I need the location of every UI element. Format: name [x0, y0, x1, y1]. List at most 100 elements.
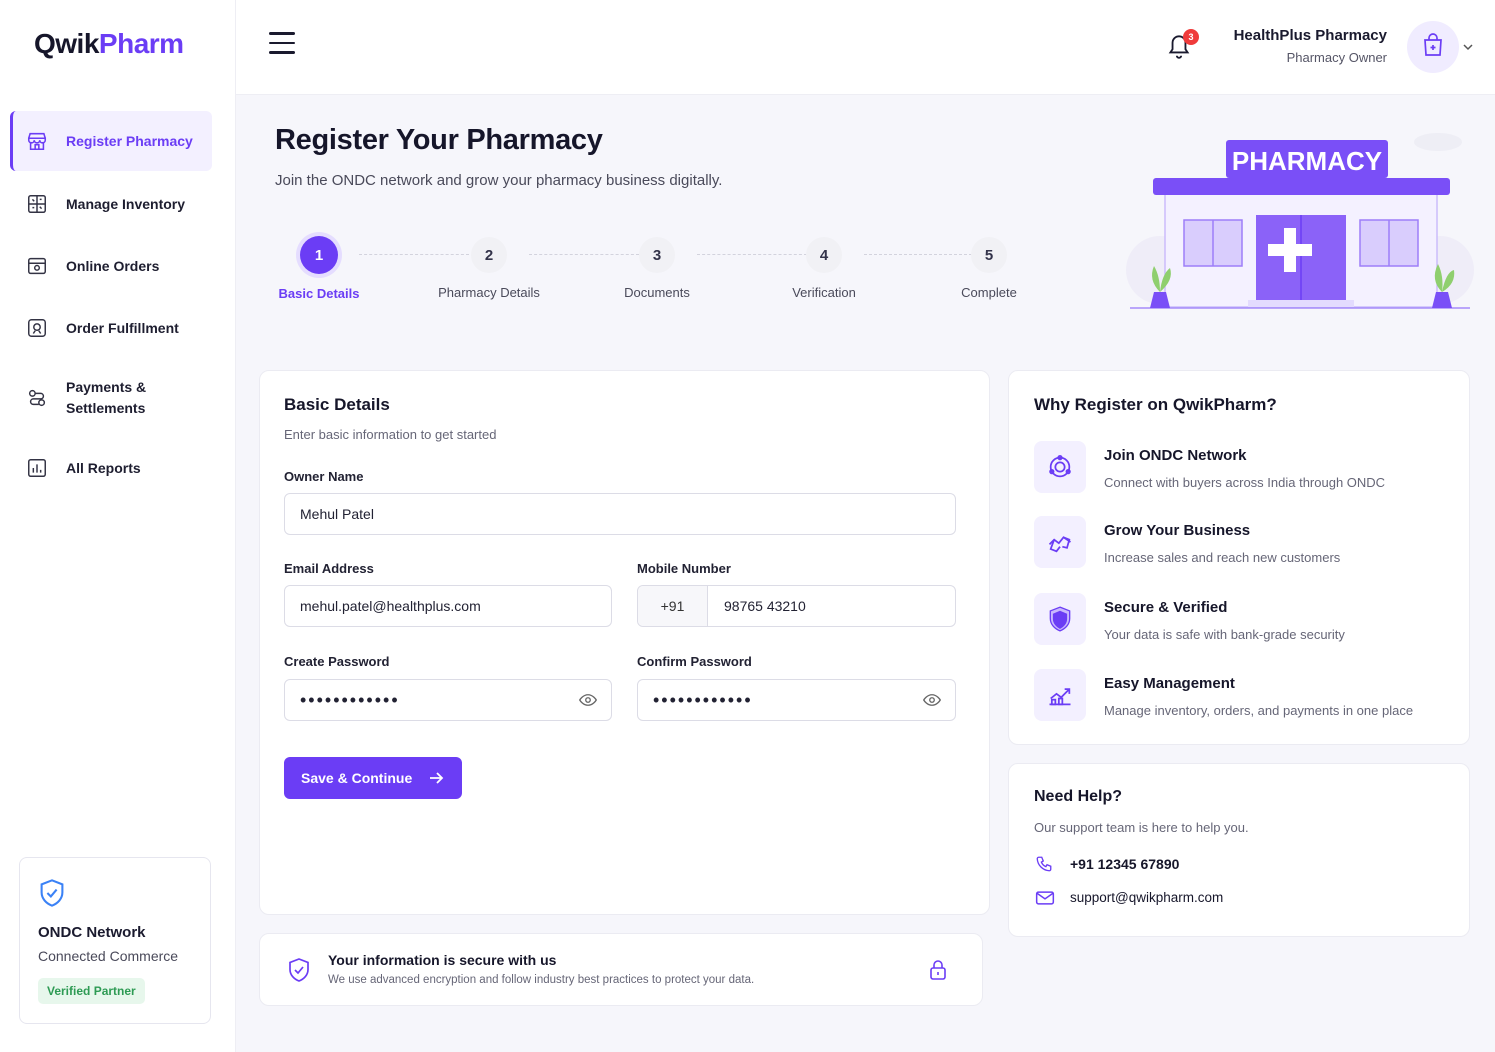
owner-name-label: Owner Name [284, 469, 364, 484]
confirm-password-masked-value: •••••••••••• [653, 690, 753, 710]
sidebar-item-all-reports[interactable]: All Reports [10, 437, 212, 499]
create-password-label: Create Password [284, 654, 390, 669]
basic-details-card: Basic Details Enter basic information to… [259, 370, 990, 915]
save-continue-button[interactable]: Save & Continue [284, 757, 462, 799]
sidebar-item-online-orders[interactable]: Online Orders [10, 235, 212, 297]
benefit-description: Connect with buyers across India through… [1104, 475, 1386, 490]
sidebar-item-register-pharmacy[interactable]: Register Pharmacy [10, 111, 212, 171]
why-register-card: Why Register on QwikPharm? Join ONDC Net… [1008, 370, 1470, 745]
country-code-prefix[interactable]: +91 [638, 586, 708, 626]
shield-icon [1034, 593, 1086, 645]
shield-check-icon [38, 878, 66, 913]
eye-icon[interactable] [578, 692, 598, 711]
step-documents[interactable]: 3 Documents [597, 234, 717, 300]
benefit-item: Secure & Verified Your data is safe with… [1034, 593, 1454, 653]
ondc-title: ONDC Network [38, 924, 146, 941]
sidebar-item-manage-inventory[interactable]: Manage Inventory [10, 173, 212, 235]
store-icon [25, 129, 49, 153]
benefit-title: Grow Your Business [1104, 522, 1251, 539]
step-number: 5 [971, 237, 1007, 273]
step-number: 3 [639, 237, 675, 273]
chevron-down-icon[interactable] [1463, 38, 1473, 56]
step-number: 2 [471, 237, 507, 273]
avatar[interactable] [1407, 21, 1459, 73]
sidebar-item-label: Order Fulfillment [66, 320, 179, 336]
owner-name-value: Mehul Patel [300, 506, 374, 522]
form-title: Basic Details [284, 395, 390, 414]
fulfillment-icon [25, 316, 49, 340]
notification-count-badge: 3 [1183, 29, 1199, 45]
pharmacy-sign-text: PHARMACY [1232, 146, 1382, 176]
step-label: Verification [792, 285, 856, 300]
confirm-password-input[interactable]: •••••••••••• [637, 679, 956, 721]
sidebar: QwikPharm Register Pharmacy Manage Inven… [0, 0, 236, 1052]
network-icon [1034, 441, 1086, 493]
sidebar-item-label: Online Orders [66, 258, 160, 274]
verified-partner-badge: Verified Partner [38, 978, 145, 1004]
benefit-item: Join ONDC Network Connect with buyers ac… [1034, 441, 1454, 501]
shopping-bag-icon [1421, 32, 1445, 63]
security-notice-card: Your information is secure with us We us… [259, 933, 983, 1006]
lock-icon [929, 960, 947, 985]
step-label: Basic Details [278, 286, 360, 301]
menu-toggle-icon[interactable] [269, 32, 295, 54]
benefit-description: Manage inventory, orders, and payments i… [1104, 703, 1414, 718]
benefit-title: Easy Management [1104, 675, 1235, 692]
logo-part-2: Pharm [98, 28, 184, 59]
mail-icon [1035, 890, 1055, 911]
mobile-label: Mobile Number [637, 561, 731, 576]
sidebar-item-label: All Reports [66, 460, 141, 476]
step-basic-details[interactable]: 1 Basic Details [259, 234, 379, 301]
mobile-input[interactable]: +91 98765 43210 [637, 585, 956, 627]
sidebar-item-label: Manage Inventory [66, 196, 186, 212]
support-email-link[interactable]: support@qwikpharm.com [1070, 890, 1223, 905]
need-help-subtitle: Our support team is here to help you. [1034, 820, 1249, 835]
email-label: Email Address [284, 561, 374, 576]
step-label: Documents [624, 285, 690, 300]
owner-name-input[interactable]: Mehul Patel [284, 493, 956, 535]
page-subtitle: Join the ONDC network and grow your phar… [275, 172, 723, 189]
support-phone-link[interactable]: +91 12345 67890 [1070, 856, 1179, 872]
save-continue-label: Save & Continue [301, 770, 413, 786]
create-password-input[interactable]: •••••••••••• [284, 679, 612, 721]
mobile-value: 98765 43210 [724, 598, 806, 614]
orders-icon [25, 254, 49, 278]
sidebar-item-order-fulfillment[interactable]: Order Fulfillment [10, 297, 212, 359]
handshake-icon [1034, 516, 1086, 568]
pharmacy-illustration: PHARMACY [1064, 120, 1480, 320]
eye-icon[interactable] [922, 692, 942, 711]
benefit-title: Secure & Verified [1104, 599, 1228, 616]
benefit-description: Your data is safe with bank-grade securi… [1104, 627, 1345, 642]
step-complete[interactable]: 5 Complete [929, 234, 1049, 300]
phone-icon [1035, 855, 1053, 878]
user-name: HealthPlus Pharmacy [1233, 27, 1387, 44]
logo-part-1: Qwik [34, 28, 99, 59]
benefit-description: Increase sales and reach new customers [1104, 550, 1341, 565]
why-register-title: Why Register on QwikPharm? [1034, 395, 1277, 414]
benefit-item: Easy Management Manage inventory, orders… [1034, 669, 1454, 729]
top-bar: 3 HealthPlus Pharmacy Pharmacy Owner [236, 0, 1495, 95]
step-number: 4 [806, 237, 842, 273]
sidebar-item-label: Payments & Settlements [66, 379, 147, 416]
inventory-icon [25, 192, 49, 216]
benefit-item: Grow Your Business Increase sales and re… [1034, 516, 1454, 576]
shield-check-icon [287, 957, 311, 988]
step-label: Pharmacy Details [438, 285, 540, 300]
security-notice-title: Your information is secure with us [328, 952, 557, 968]
email-input[interactable]: mehul.patel@healthplus.com [284, 585, 612, 627]
step-pharmacy-details[interactable]: 2 Pharmacy Details [429, 234, 549, 300]
payments-icon [25, 386, 49, 410]
arrow-right-icon [428, 770, 444, 789]
user-role: Pharmacy Owner [1286, 50, 1387, 65]
sidebar-item-label: Register Pharmacy [66, 133, 193, 149]
app-logo[interactable]: QwikPharm [34, 28, 184, 60]
step-label: Complete [961, 285, 1017, 300]
step-verification[interactable]: 4 Verification [764, 234, 884, 300]
page-title: Register Your Pharmacy [275, 124, 603, 156]
need-help-card: Need Help? Our support team is here to h… [1008, 763, 1470, 937]
security-notice-text: We use advanced encryption and follow in… [328, 974, 755, 986]
reports-icon [25, 456, 49, 480]
ondc-subtitle: Connected Commerce [38, 948, 179, 964]
sidebar-item-payments-settlements[interactable]: Payments & Settlements [10, 359, 212, 437]
benefit-title: Join ONDC Network [1104, 447, 1247, 464]
